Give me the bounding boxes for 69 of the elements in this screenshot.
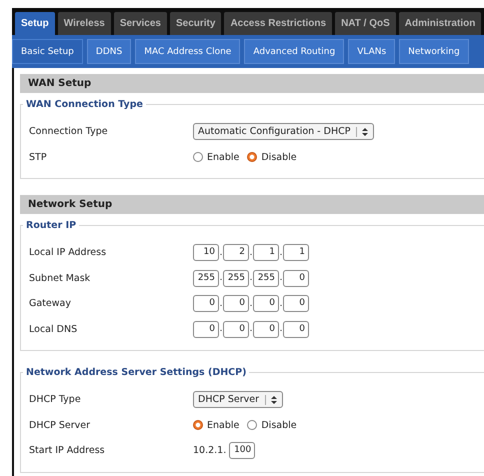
octet-field[interactable]: 1 bbox=[283, 244, 309, 262]
octet-field[interactable]: 0 bbox=[283, 320, 309, 338]
dot-separator: . bbox=[279, 324, 283, 334]
radio-button[interactable] bbox=[193, 420, 203, 430]
field-label: Connection Type bbox=[29, 126, 109, 138]
dot-separator: . bbox=[219, 324, 223, 334]
dot-separator: . bbox=[219, 248, 223, 258]
dot-separator: . bbox=[279, 248, 283, 258]
sub-tab[interactable]: Networking bbox=[399, 39, 469, 64]
field-label: Start IP Address bbox=[29, 445, 106, 456]
octet-field[interactable]: 255 bbox=[253, 270, 279, 287]
octet-field[interactable]: 0 bbox=[283, 270, 309, 287]
dot-separator: . bbox=[219, 298, 223, 309]
dropdown[interactable]: Automatic Configuration - DHCP bbox=[193, 123, 374, 140]
dot-separator: . bbox=[219, 273, 223, 284]
group-legend: Router IP bbox=[23, 220, 80, 231]
dot-separator: . bbox=[279, 298, 283, 309]
octet-field[interactable]: 0 bbox=[223, 295, 249, 312]
spinner-icon bbox=[265, 394, 278, 405]
octet-field[interactable]: 255 bbox=[193, 270, 219, 287]
ip-prefix: 10.2.1. bbox=[193, 445, 226, 456]
radio-button[interactable] bbox=[247, 152, 258, 162]
dot-separator: . bbox=[249, 248, 253, 258]
octet-field[interactable]: 0 bbox=[193, 295, 219, 312]
sub-tab[interactable]: MAC Address Clone bbox=[135, 39, 240, 64]
dot-separator: . bbox=[249, 324, 253, 334]
dropdown[interactable]: DHCP Server bbox=[193, 391, 283, 408]
dot-separator: . bbox=[249, 298, 253, 309]
main-tab[interactable]: Access Restrictions bbox=[224, 12, 332, 35]
field-label: Subnet Mask bbox=[29, 272, 92, 284]
radio-label: Enable bbox=[207, 420, 240, 431]
sub-tab[interactable]: DDNS bbox=[86, 39, 132, 64]
radio-button[interactable] bbox=[193, 152, 203, 162]
group-legend: Network Address Server Settings (DHCP) bbox=[23, 367, 250, 378]
main-tab[interactable]: Setup bbox=[15, 12, 55, 35]
octet-field[interactable]: 10 bbox=[193, 244, 219, 262]
sub-tab[interactable]: Advanced Routing bbox=[244, 39, 344, 64]
field-label: STP bbox=[29, 152, 48, 163]
section-header: WAN Setup bbox=[20, 74, 484, 93]
octet-field[interactable]: 0 bbox=[253, 295, 279, 312]
octet-field[interactable]: 0 bbox=[193, 320, 219, 338]
dot-separator: . bbox=[249, 273, 253, 284]
dot-separator: . bbox=[279, 273, 283, 284]
field-label: DHCP Type bbox=[29, 394, 82, 406]
sub-tab[interactable]: VLANs bbox=[348, 39, 396, 64]
octet-field[interactable]: 1 bbox=[253, 244, 279, 262]
sub-tab[interactable]: Basic Setup bbox=[12, 39, 83, 64]
octet-field[interactable]: 0 bbox=[253, 320, 279, 338]
field-label: DHCP Server bbox=[29, 420, 91, 431]
radio-label: Enable bbox=[207, 152, 240, 163]
octet-field[interactable]: 2 bbox=[223, 244, 249, 262]
radio-button[interactable] bbox=[247, 420, 258, 430]
main-tab[interactable]: NAT / QoS bbox=[335, 12, 396, 35]
section-header: Network Setup bbox=[20, 195, 484, 214]
field-label: Gateway bbox=[29, 298, 72, 310]
octet-field[interactable]: 100 bbox=[229, 442, 256, 460]
octet-field[interactable]: 255 bbox=[223, 270, 249, 287]
group-legend: WAN Connection Type bbox=[23, 99, 146, 110]
octet-field[interactable]: 0 bbox=[283, 295, 309, 312]
main-tab[interactable]: Administration bbox=[398, 12, 482, 35]
main-tab[interactable]: Wireless bbox=[58, 12, 111, 35]
radio-label: Disable bbox=[261, 152, 297, 163]
radio-label: Disable bbox=[261, 420, 297, 431]
octet-field[interactable]: 0 bbox=[223, 320, 249, 338]
main-tab[interactable]: Security bbox=[170, 12, 222, 35]
spinner-icon bbox=[356, 126, 370, 137]
field-label: Local IP Address bbox=[29, 247, 108, 258]
field-label: Local DNS bbox=[29, 324, 78, 335]
main-tab[interactable]: Services bbox=[114, 12, 167, 35]
